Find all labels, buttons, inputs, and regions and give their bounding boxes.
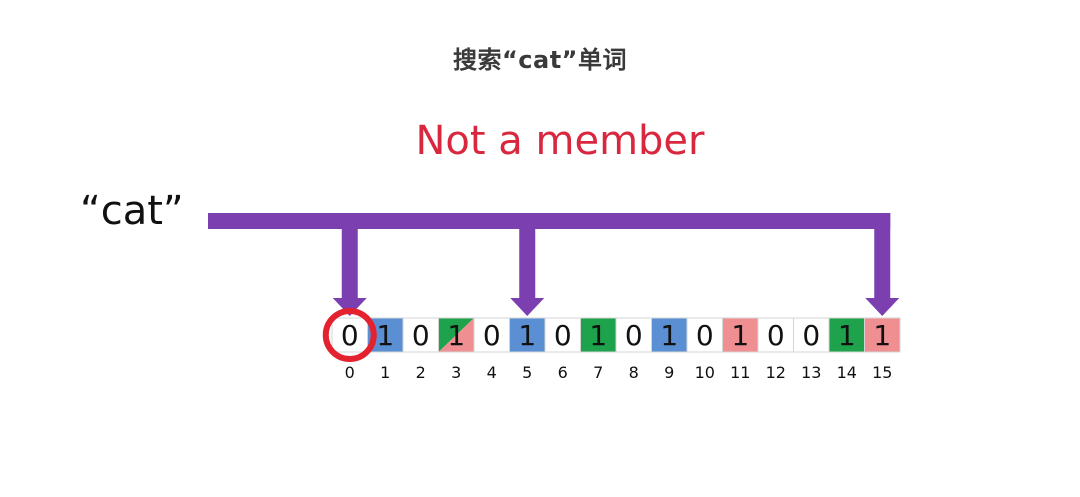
bit-index: 0 xyxy=(345,363,355,382)
bit-index: 14 xyxy=(837,363,857,382)
bit-value: 1 xyxy=(660,319,678,352)
bit-index: 9 xyxy=(664,363,674,382)
arrow-head xyxy=(510,298,545,316)
bit-cell-7: 17 xyxy=(580,317,617,382)
bit-value: 1 xyxy=(838,319,856,352)
bit-index: 15 xyxy=(872,363,892,382)
bit-cell-8: 08 xyxy=(615,317,652,382)
bit-index: 8 xyxy=(629,363,639,382)
bit-index: 1 xyxy=(380,363,390,382)
bit-cell-13: 0 13 xyxy=(793,317,830,382)
bit-index: 13 xyxy=(801,363,821,382)
bloom-filter-diagram: 00110213041506170819010111012013114115 xyxy=(208,213,901,382)
bit-cell-9: 19 xyxy=(651,317,688,382)
bit-index: 7 xyxy=(593,363,603,382)
bit-cell-11: 111 xyxy=(722,317,759,382)
bit-array: 00110213041506170819010111012013114115 xyxy=(331,317,901,382)
bit-cell-12: 0 12 xyxy=(757,317,794,382)
bit-index: 4 xyxy=(487,363,497,382)
arrow-stem xyxy=(519,213,536,300)
bit-value: 1 xyxy=(376,319,394,352)
bit-cell-14: 1 14 xyxy=(828,317,865,382)
bit-index: 6 xyxy=(558,363,568,382)
hash-bar xyxy=(208,213,891,229)
bit-cell-4: 04 xyxy=(473,317,510,382)
bit-cell-10: 0 10 xyxy=(686,317,723,382)
bit-index: 10 xyxy=(695,363,715,382)
bit-value: 0 xyxy=(696,319,714,352)
hash-arrows xyxy=(208,213,900,316)
bit-value: 0 xyxy=(412,319,430,352)
bit-index: 11 xyxy=(730,363,750,382)
arrow-stem xyxy=(341,213,358,300)
bit-value: 0 xyxy=(483,319,501,352)
bit-value: 0 xyxy=(625,319,643,352)
bit-cell-15: 1 15 xyxy=(864,317,901,382)
bit-cell-3: 13 xyxy=(438,317,475,382)
arrow-head xyxy=(865,298,900,316)
bit-value: 0 xyxy=(767,319,785,352)
bit-index: 12 xyxy=(766,363,786,382)
bit-value: 0 xyxy=(802,319,820,352)
bit-value: 1 xyxy=(873,319,891,352)
bit-value: 1 xyxy=(447,319,465,352)
bit-value: 1 xyxy=(589,319,607,352)
bit-index: 3 xyxy=(451,363,461,382)
bit-index: 5 xyxy=(522,363,532,382)
bit-value: 0 xyxy=(341,319,359,352)
bit-value: 1 xyxy=(731,319,749,352)
arrow-stem xyxy=(874,213,891,300)
bit-value: 1 xyxy=(518,319,536,352)
bit-cell-5: 15 xyxy=(509,317,546,382)
bit-cell-6: 06 xyxy=(544,317,581,382)
bit-index: 2 xyxy=(416,363,426,382)
bit-cell-0: 00 xyxy=(331,317,368,382)
bit-cell-2: 02 xyxy=(402,317,439,382)
bit-value: 0 xyxy=(554,319,572,352)
